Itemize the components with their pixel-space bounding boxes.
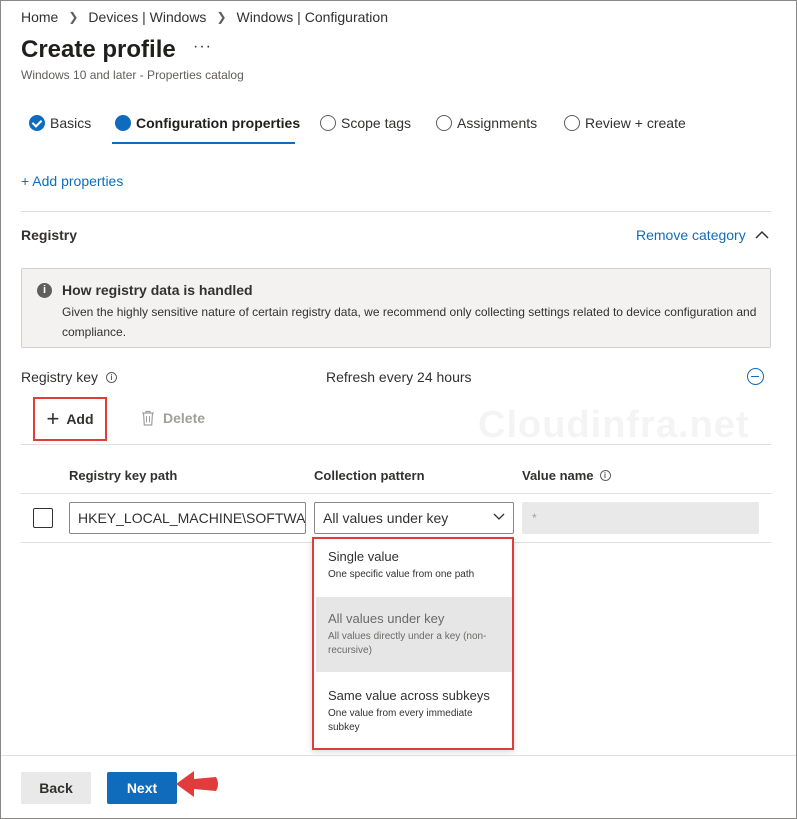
watermark: Cloudinfra.net (478, 404, 750, 446)
info-message-bar: i How registry data is handled Given the… (21, 268, 771, 348)
empty-circle-icon (564, 115, 580, 131)
active-tab-indicator (112, 142, 295, 144)
row-select-checkbox[interactable] (33, 508, 53, 528)
page-subtitle: Windows 10 and later - Properties catalo… (21, 68, 244, 82)
option-title: Same value across subkeys (328, 688, 490, 703)
add-properties-link[interactable]: + Add properties (21, 173, 123, 189)
chevron-down-icon (493, 513, 505, 520)
delete-button[interactable]: Delete (141, 410, 205, 426)
tab-assignments[interactable]: Assignments (436, 106, 537, 140)
section-divider (21, 211, 771, 212)
tab-label: Assignments (457, 115, 538, 131)
registry-key-path-input[interactable]: HKEY_LOCAL_MACHINE\SOFTWA... (69, 502, 306, 534)
table-header-divider (21, 493, 771, 494)
page-title: Create profile (21, 36, 176, 63)
breadcrumb-separator-icon: ❯ (216, 10, 227, 24)
check-circle-icon (29, 115, 45, 131)
tab-label: Review + create (585, 115, 686, 131)
column-header-collection-pattern: Collection pattern (314, 468, 425, 483)
registry-key-text: Registry key (21, 369, 99, 385)
column-header-label: Value name (522, 468, 594, 483)
empty-circle-icon (436, 115, 452, 131)
toolbar-divider (21, 444, 771, 445)
breadcrumb-devices-windows[interactable]: Devices | Windows (88, 9, 206, 25)
info-icon: i (37, 283, 52, 298)
next-button[interactable]: Next (107, 772, 177, 804)
column-header-value-name: Value name i (522, 468, 611, 483)
info-body: Given the highly sensitive nature of cer… (62, 305, 757, 339)
tab-configuration-properties[interactable]: Configuration properties (115, 106, 300, 140)
back-button[interactable]: Back (21, 772, 91, 804)
trash-icon (142, 410, 154, 426)
add-button-label: Add (66, 411, 94, 427)
option-title: All values under key (328, 611, 445, 626)
chevron-up-icon[interactable] (755, 228, 769, 242)
option-description: One value from every immediate subkey (328, 708, 473, 733)
info-title: How registry data is handled (62, 282, 253, 298)
tab-label: Scope tags (341, 115, 412, 131)
option-description: All values directly under a key (non-rec… (328, 631, 487, 656)
collection-pattern-select[interactable]: All values under key (314, 502, 514, 534)
remove-category-link[interactable]: Remove category (636, 227, 746, 243)
tab-basics[interactable]: Basics (29, 106, 91, 140)
empty-circle-icon (320, 115, 336, 131)
option-title: Single value (328, 549, 399, 564)
tab-scope-tags[interactable]: Scope tags (320, 106, 411, 140)
dropdown-option-all-values-under-key[interactable]: All values under key All values directly… (316, 597, 512, 672)
breadcrumb-home[interactable]: Home (21, 9, 58, 25)
dropdown-option-single-value[interactable]: Single value One specific value from one… (316, 549, 512, 599)
more-options-icon[interactable]: ··· (193, 38, 212, 56)
collection-pattern-dropdown: Single value One specific value from one… (312, 537, 514, 750)
pointer-arrow-icon (176, 771, 218, 797)
breadcrumb-separator-icon: ❯ (68, 10, 79, 24)
dropdown-option-same-value-across-subkeys[interactable]: Same value across subkeys One value from… (316, 688, 512, 743)
option-description: One specific value from one path (328, 569, 475, 580)
add-button[interactable]: + Add (33, 397, 107, 441)
breadcrumb: Home ❯ Devices | Windows ❯ Windows | Con… (21, 9, 388, 25)
collection-pattern-value: All values under key (323, 510, 449, 526)
tab-review-create[interactable]: Review + create (564, 106, 686, 140)
active-step-icon (115, 115, 131, 131)
collapse-minus-icon[interactable] (747, 368, 764, 385)
tab-label: Basics (50, 115, 92, 131)
value-name-input: * (522, 502, 759, 534)
info-icon[interactable]: i (106, 371, 118, 383)
section-title: Registry (21, 227, 78, 243)
delete-button-label: Delete (163, 410, 206, 426)
breadcrumb-windows-configuration[interactable]: Windows | Configuration (237, 9, 388, 25)
tab-label: Configuration properties (136, 115, 301, 131)
footer-divider (1, 755, 796, 756)
column-header-registry-key-path: Registry key path (69, 468, 178, 483)
registry-key-label: Registry key i (21, 369, 118, 385)
info-icon[interactable]: i (599, 470, 611, 481)
plus-icon: + (46, 406, 60, 431)
refresh-interval-text: Refresh every 24 hours (326, 369, 472, 385)
